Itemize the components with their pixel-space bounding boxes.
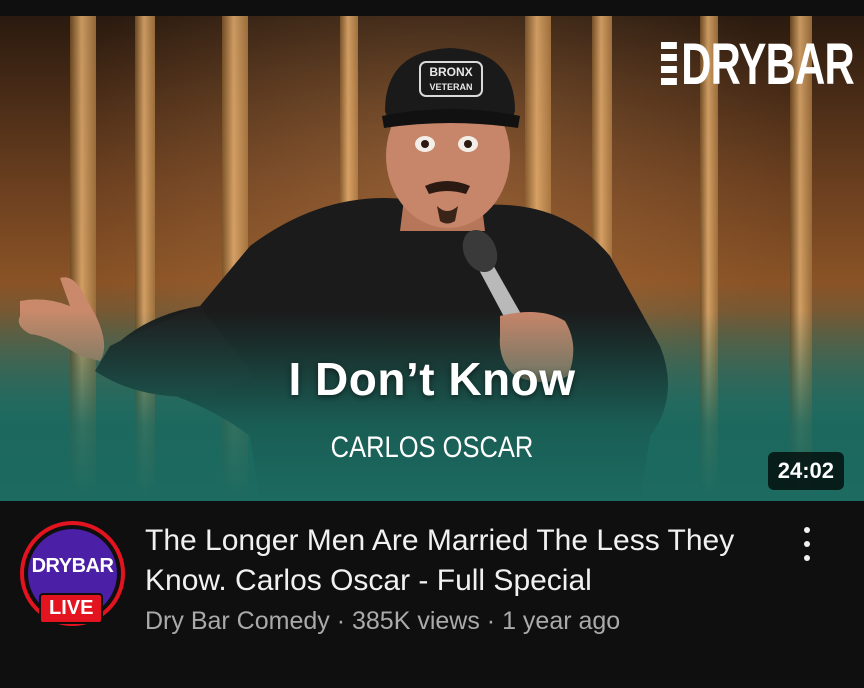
avatar-logo-text: DRYBAR <box>31 555 114 577</box>
more-vert-icon[interactable] <box>800 527 814 561</box>
teal-gradient-overlay <box>0 311 864 501</box>
separator: · <box>329 607 352 635</box>
video-meta: DRYBAR LIVE The Longer Men Are Married T… <box>0 501 864 688</box>
video-subtitle: Dry Bar Comedy · 385K views · 1 year ago <box>145 607 620 636</box>
live-badge: LIVE <box>39 593 104 624</box>
video-thumbnail[interactable]: BRONX VETERAN DRYBAR I Don’t Know CARLOS … <box>0 16 864 501</box>
drybar-logo-text: DRYBAR <box>681 32 854 97</box>
view-count: 385K views <box>351 607 480 635</box>
separator: · <box>479 607 503 635</box>
thumbnail-subtitle: CARLOS OSCAR <box>330 431 534 464</box>
thumbnail-title: I Don’t Know <box>288 353 576 405</box>
channel-name[interactable]: Dry Bar Comedy <box>145 607 330 635</box>
upload-age: 1 year ago <box>502 607 621 635</box>
top-strip <box>0 0 864 16</box>
duration-badge: 24:02 <box>767 452 844 490</box>
cap-text: VETERAN <box>429 82 472 92</box>
kebab-dot <box>804 555 810 561</box>
cap-text: BRONX <box>429 65 472 79</box>
kebab-dot <box>804 527 810 533</box>
kebab-dot <box>804 541 810 547</box>
drybar-bars-icon <box>661 42 677 86</box>
drybar-logo: DRYBAR <box>661 36 855 94</box>
video-title[interactable]: The Longer Men Are Married The Less They… <box>145 521 755 601</box>
